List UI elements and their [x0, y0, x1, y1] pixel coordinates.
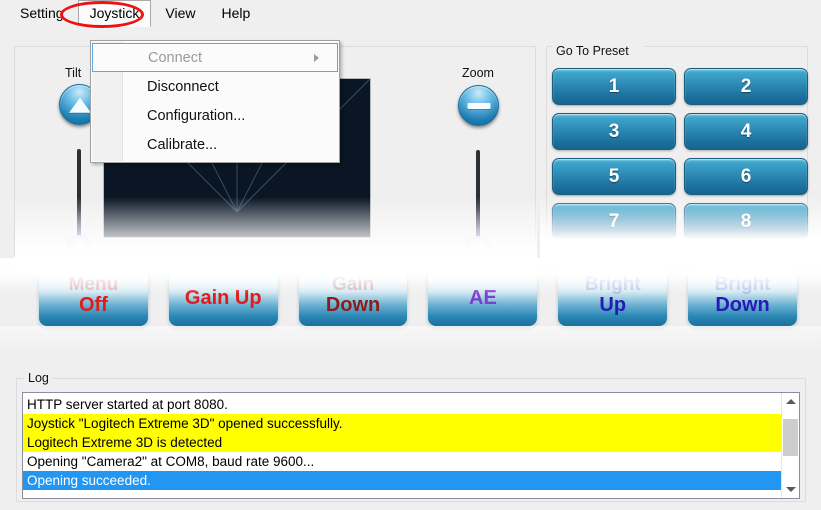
- action-button-bright-down[interactable]: Bright Down: [687, 265, 798, 327]
- action-button-label-line1: Bright: [714, 273, 771, 295]
- action-button-gain-up[interactable]: Gain Up: [167, 265, 279, 327]
- preset-button-4[interactable]: 4: [684, 113, 808, 150]
- chevron-down-icon: [785, 487, 796, 492]
- tilt-slider-thumb[interactable]: [66, 235, 92, 261]
- action-button-label-line1: Bright: [584, 273, 641, 295]
- zoom-out-button[interactable]: [458, 85, 499, 126]
- menu-item-connect[interactable]: Connect: [92, 43, 338, 72]
- zoom-label: Zoom: [462, 66, 494, 80]
- menu-view[interactable]: View: [153, 0, 207, 27]
- minus-icon: [467, 102, 490, 109]
- scrollbar-thumb[interactable]: [783, 419, 798, 456]
- log-title: Log: [24, 371, 53, 385]
- chevron-up-icon: [785, 399, 796, 404]
- menu-item-label: Configuration...: [147, 107, 246, 124]
- scroll-down-button[interactable]: [782, 481, 799, 498]
- log-listbox[interactable]: HTTP server started at port 8080. Joystic…: [22, 392, 800, 499]
- preset-button-7[interactable]: 7: [552, 203, 676, 240]
- log-line[interactable]: Opening "Camera2" at COM8, baud rate 960…: [23, 452, 781, 471]
- log-line[interactable]: HTTP server started at port 8080.: [23, 395, 781, 414]
- preset-button-grid: 12345678: [552, 68, 808, 258]
- preset-button-2[interactable]: 2: [684, 68, 808, 105]
- action-button-menu-off[interactable]: Menu Off: [38, 265, 149, 327]
- camera-action-button-row: Menu Off Gain Up Gain Down AE Bright Up Bright Do…: [38, 265, 798, 327]
- submenu-arrow-icon: [314, 53, 319, 62]
- joystick-dropdown-menu[interactable]: Connect Disconnect Configuration... Calibra…: [90, 40, 340, 163]
- log-scrollbar[interactable]: [781, 393, 799, 498]
- triangle-up-icon: [68, 97, 91, 113]
- menu-item-configuration-[interactable]: Configuration...: [91, 101, 339, 130]
- action-button-ae[interactable]: AE: [427, 265, 539, 327]
- zoom-slider-thumb[interactable]: [465, 236, 491, 262]
- preset-button-8[interactable]: 8: [684, 203, 808, 240]
- go-to-preset-title: Go To Preset: [552, 44, 633, 58]
- log-line[interactable]: Joystick "Logitech Extreme 3D" opened su…: [23, 414, 781, 433]
- preset-button-6[interactable]: 6: [684, 158, 808, 195]
- menu-item-label: Disconnect: [147, 78, 219, 95]
- groupbox-top-right-rule: [645, 46, 808, 47]
- menu-item-label: Calibrate...: [147, 136, 218, 153]
- menu-item-calibrate-[interactable]: Calibrate...: [91, 130, 339, 159]
- menu-item-disconnect[interactable]: Disconnect: [91, 72, 339, 101]
- action-button-bright-up[interactable]: Bright Up: [557, 265, 669, 327]
- menu-setting[interactable]: Setting: [8, 0, 76, 27]
- action-button-label-line1: Menu: [68, 273, 119, 295]
- action-button-label-line1: Gain: [331, 273, 375, 295]
- action-button-label: AE: [469, 287, 497, 310]
- log-line[interactable]: Logitech Extreme 3D is detected: [23, 433, 781, 452]
- tilt-label: Tilt: [65, 66, 82, 80]
- preset-button-3[interactable]: 3: [552, 113, 676, 150]
- action-button-label: Gain Up: [184, 287, 262, 310]
- action-button-label-line2: Down: [325, 294, 381, 317]
- action-row-bottom-fade: [0, 326, 821, 362]
- menu-bar: Setting Joystick View Help: [0, 0, 821, 27]
- zoom-slider-track[interactable]: [476, 150, 480, 250]
- preset-button-1[interactable]: 1: [552, 68, 676, 105]
- scroll-up-button[interactable]: [782, 393, 799, 410]
- action-button-label-line2: Off: [78, 294, 108, 317]
- preset-button-5[interactable]: 5: [552, 158, 676, 195]
- menu-item-label: Connect: [148, 49, 203, 66]
- tilt-slider-track[interactable]: [77, 149, 81, 249]
- action-button-gain-down[interactable]: Gain Down: [297, 265, 409, 327]
- log-line[interactable]: Opening succeeded.: [23, 471, 781, 490]
- action-button-label-line2: Down: [715, 294, 770, 317]
- action-button-label-line2: Up: [599, 294, 627, 317]
- log-line-list: HTTP server started at port 8080. Joystic…: [23, 393, 781, 498]
- menu-help[interactable]: Help: [209, 0, 262, 27]
- menu-joystick[interactable]: Joystick: [77, 0, 152, 27]
